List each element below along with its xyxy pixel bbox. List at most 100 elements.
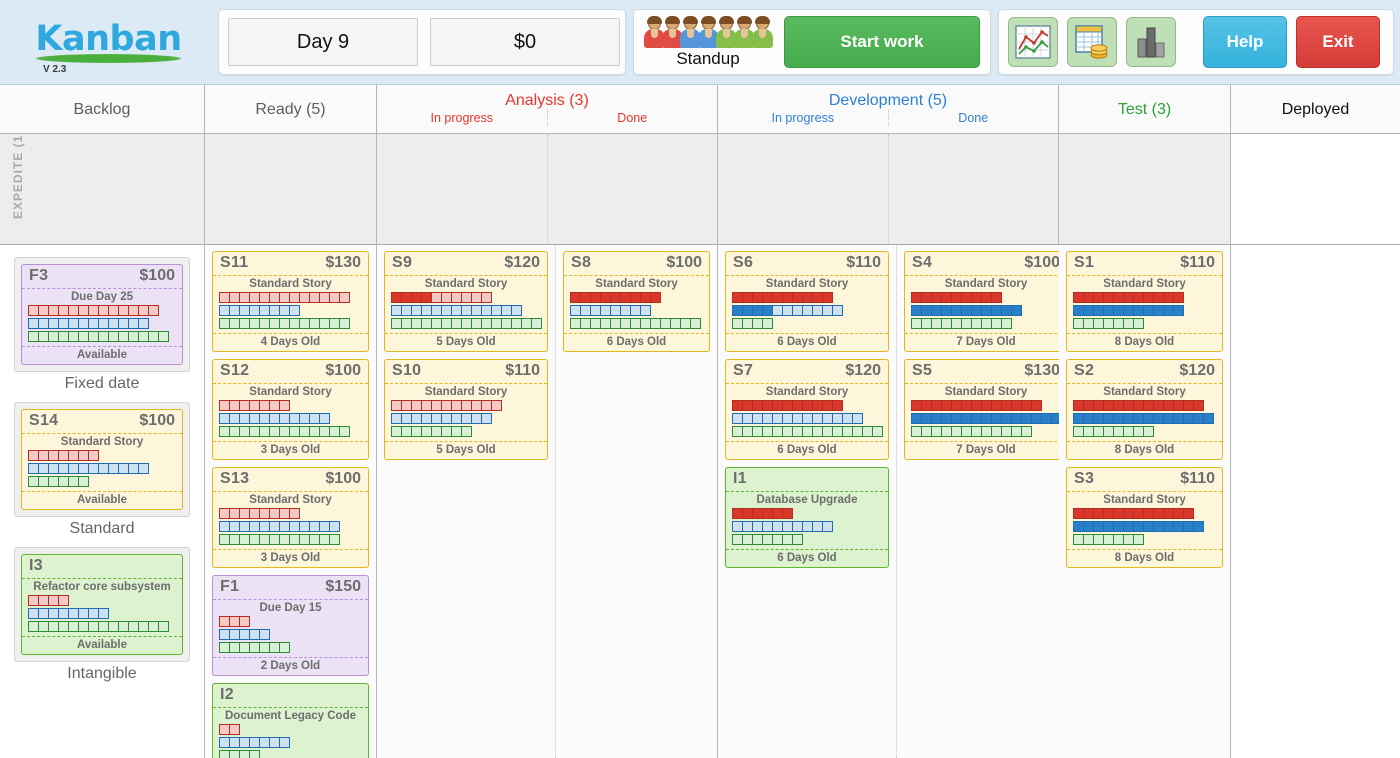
backlog-expedite-lane[interactable]: EXPEDITE (1) [0, 134, 204, 245]
story-card[interactable]: S11 $130 Standard Story 4 Days Old [212, 251, 369, 352]
story-card[interactable]: S12 $100 Standard Story 3 Days Old [212, 359, 369, 460]
card-price: $120 [504, 254, 540, 271]
card-subtitle: Standard Story [1103, 386, 1186, 398]
story-card[interactable]: S4 $100 Standard Story 7 Days Old [904, 251, 1068, 352]
work-cell [259, 629, 270, 640]
card-header: S7 $120 [726, 360, 888, 384]
cfd-chart-button[interactable] [1008, 17, 1058, 67]
development-done-dropzone[interactable]: S4 $100 Standard Story 7 Days Old S5 $130 Stan… [897, 245, 1075, 758]
backlog-card-frame[interactable]: S14 $100 Standard Story Available [14, 402, 190, 517]
story-card[interactable]: S13 $100 Standard Story 3 Days Old [212, 467, 369, 568]
card-work-rows [732, 508, 882, 545]
card-footer: 7 Days Old [905, 333, 1067, 351]
ready-expedite-lane[interactable] [205, 134, 376, 245]
column-subheader: In progress [377, 109, 548, 126]
work-row-blue [28, 463, 176, 474]
column-deployed [1231, 134, 1400, 758]
column-header-backlog: Backlog [0, 85, 205, 133]
work-row-green [219, 642, 362, 653]
card-footer: 6 Days Old [726, 441, 888, 459]
work-row-red [219, 400, 362, 411]
work-row-red [219, 724, 362, 735]
help-button[interactable]: Help [1203, 16, 1287, 68]
work-cell [481, 292, 492, 303]
standup-button[interactable]: Standup [643, 15, 773, 69]
backlog-card-frame[interactable]: I3 Refactor core subsystem Available [14, 547, 190, 662]
card-body: Standard Story [905, 276, 1067, 333]
story-card[interactable]: S8 $100 Standard Story 6 Days Old [563, 251, 710, 352]
card-work-rows [28, 595, 176, 632]
card-work-rows [732, 292, 882, 329]
work-cell [1133, 318, 1144, 329]
analysis-expedite-lane[interactable] [377, 134, 717, 245]
card-footer: 7 Days Old [905, 441, 1067, 459]
work-row-blue [732, 521, 882, 532]
exit-button[interactable]: Exit [1296, 16, 1380, 68]
work-cell [491, 400, 502, 411]
story-card[interactable]: S10 $110 Standard Story 5 Days Old [384, 359, 548, 460]
card-work-rows [911, 292, 1061, 329]
card-header: S2 $120 [1067, 360, 1222, 384]
card-work-rows [219, 724, 362, 758]
column-headers: Backlog Ready (5) Analysis (3) In progress D… [0, 85, 1400, 134]
story-card[interactable]: S5 $130 Standard Story 7 Days Old [904, 359, 1068, 460]
card-price: $100 [666, 254, 702, 271]
work-row-red [732, 508, 882, 519]
deployed-expedite-lane[interactable] [1231, 134, 1400, 245]
story-card[interactable]: I3 Refactor core subsystem Available [21, 554, 183, 655]
card-subtitle: Standard Story [1103, 494, 1186, 506]
development-expedite-lane[interactable] [718, 134, 1058, 245]
work-row-green [219, 426, 362, 437]
card-id: S11 [220, 254, 249, 271]
expedite-lane-label: EXPEDITE (1) [11, 134, 25, 219]
work-cell [991, 292, 1002, 303]
card-body: Standard Story [564, 276, 709, 333]
test-dropzone[interactable]: S1 $110 Standard Story 8 Days Old S2 $120 Stan… [1059, 245, 1230, 758]
card-id: S2 [1074, 362, 1095, 379]
backlog-card-frame[interactable]: F3 $100 Due Day 25 Available [14, 257, 190, 372]
day-readout: Day 9 [228, 18, 418, 66]
work-row-blue [28, 318, 176, 329]
story-card[interactable]: S2 $120 Standard Story 8 Days Old [1066, 359, 1223, 460]
story-card[interactable]: S7 $120 Standard Story 6 Days Old [725, 359, 889, 460]
column-subheader: Done [617, 111, 648, 125]
financial-table-icon [1073, 23, 1111, 61]
work-row-green [28, 331, 176, 342]
work-cell [1133, 534, 1144, 545]
app-logo: Kanban V 2.3 [6, 0, 211, 85]
work-row-blue [911, 413, 1062, 424]
card-footer: 5 Days Old [385, 333, 547, 351]
story-card[interactable]: S14 $100 Standard Story Available [21, 409, 183, 510]
analysis-in-progress-dropzone[interactable]: S9 $120 Standard Story 5 Days Old S10 $110 Sta… [377, 245, 556, 758]
story-card[interactable]: S3 $110 Standard Story 8 Days Old [1066, 467, 1223, 568]
test-expedite-lane[interactable] [1059, 134, 1230, 245]
analysis-done-dropzone[interactable]: S8 $100 Standard Story 6 Days Old [556, 245, 717, 758]
column-ready: S11 $130 Standard Story 4 Days Old S12 $100 St… [205, 134, 377, 758]
story-card[interactable]: F1 $150 Due Day 15 2 Days Old [212, 575, 369, 676]
card-id: S3 [1074, 470, 1095, 487]
work-cell [1173, 305, 1184, 316]
card-subtitle: Document Legacy Code [225, 710, 356, 722]
backlog-group: S14 $100 Standard Story Available Standard [14, 402, 190, 538]
card-subtitle: Standard Story [1103, 278, 1186, 290]
story-card[interactable]: I1 Database Upgrade 6 Days Old [725, 467, 889, 568]
financial-table-button[interactable] [1067, 17, 1117, 67]
start-work-button[interactable]: Start work [784, 16, 980, 68]
deployed-dropzone[interactable] [1231, 245, 1400, 758]
story-card[interactable]: S6 $110 Standard Story 6 Days Old [725, 251, 889, 352]
development-in-progress-dropzone[interactable]: S6 $110 Standard Story 6 Days Old S7 $120 Stan… [718, 245, 897, 758]
story-card[interactable]: F3 $100 Due Day 25 Available [21, 264, 183, 365]
work-row-red [570, 292, 703, 303]
work-row-red [1073, 400, 1216, 411]
card-work-rows [391, 292, 542, 329]
column-header-test: Test (3) [1059, 85, 1231, 133]
story-card[interactable]: S9 $120 Standard Story 5 Days Old [384, 251, 548, 352]
story-card[interactable]: S1 $110 Standard Story 8 Days Old [1066, 251, 1223, 352]
work-row-blue [1073, 305, 1216, 316]
ready-dropzone[interactable]: S11 $130 Standard Story 4 Days Old S12 $100 St… [205, 245, 376, 758]
story-card[interactable]: I2Document Legacy Code1 Day Old [212, 683, 369, 758]
work-row-green [911, 426, 1061, 437]
bar-chart-button[interactable] [1126, 17, 1176, 67]
work-cell [782, 508, 793, 519]
work-cell [1143, 426, 1154, 437]
